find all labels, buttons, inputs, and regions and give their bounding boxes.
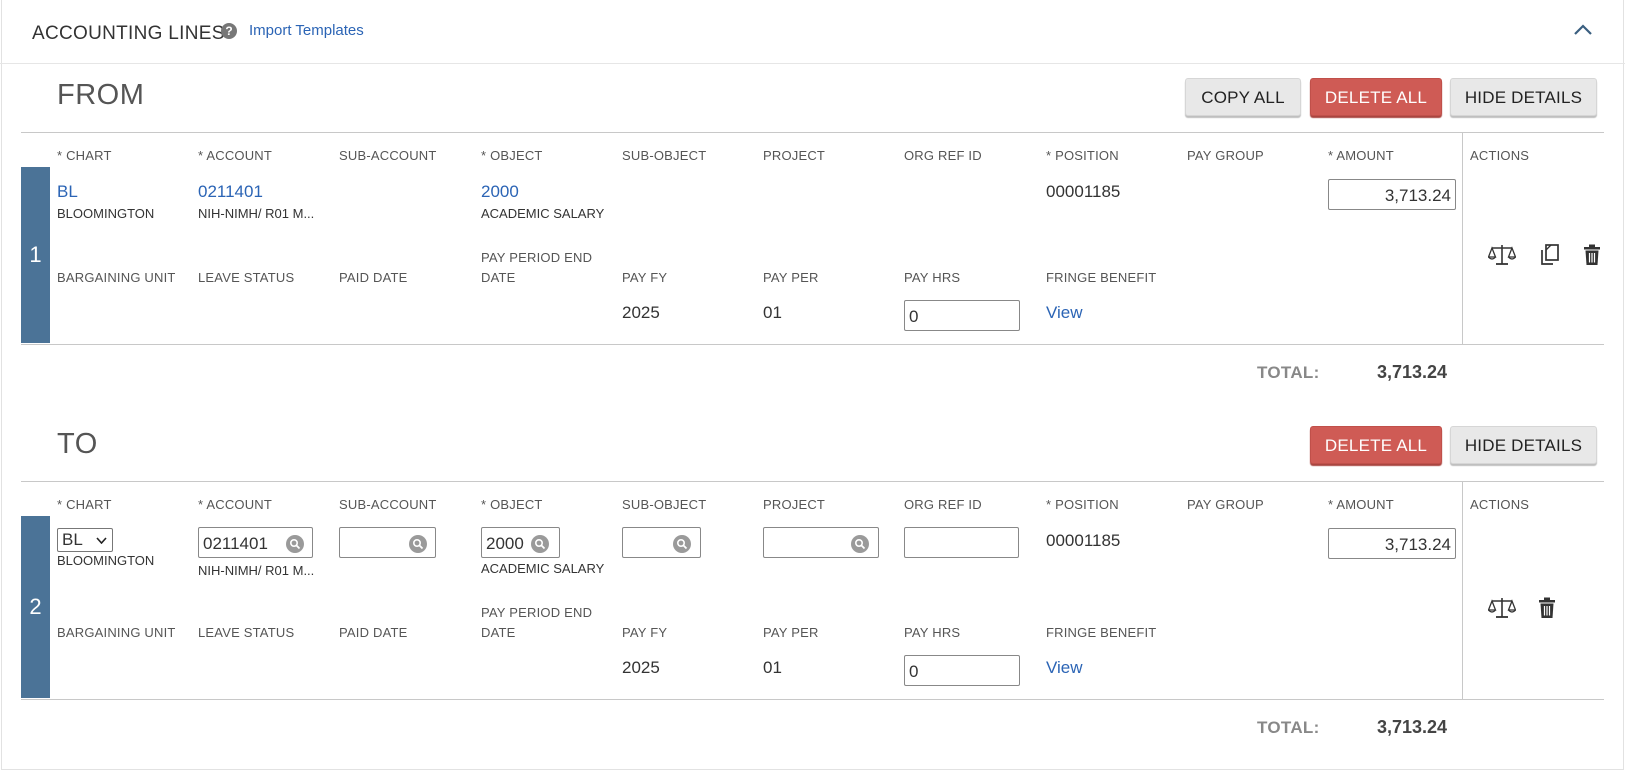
- column-header-pay-group: PAY GROUP: [1187, 497, 1264, 512]
- balance-scale-icon[interactable]: [1488, 243, 1516, 267]
- detail-header-paid-date: PAID DATE: [339, 270, 408, 285]
- column-header-project: PROJECT: [763, 497, 826, 512]
- detail-header-pay-period-end: PAY PERIOD END: [481, 605, 593, 620]
- line-number-badge: 2: [21, 516, 50, 698]
- actions-column-divider: [1462, 132, 1463, 344]
- fringe-benefit-view-link[interactable]: View: [1046, 658, 1083, 678]
- to-table-top-divider: [21, 481, 1604, 482]
- detail-header-pay-period-end: PAY PERIOD END: [481, 250, 593, 265]
- position-value: 00001185: [1046, 531, 1121, 550]
- column-header-chart: * CHART: [57, 148, 112, 163]
- detail-header-pay-hrs: PAY HRS: [904, 270, 961, 285]
- detail-header-bargaining-unit: BARGAINING UNIT: [57, 270, 176, 285]
- to-section-title: TO: [57, 428, 98, 460]
- to-table-bottom-divider: [21, 699, 1604, 700]
- object-lookup-icon[interactable]: [531, 535, 549, 553]
- column-header-chart: * CHART: [57, 497, 112, 512]
- detail-header-pay-per: PAY PER: [763, 625, 819, 640]
- amount-input[interactable]: [1328, 528, 1456, 559]
- to-total-value: 3,713.24: [1377, 717, 1448, 737]
- trash-icon[interactable]: [1538, 597, 1556, 619]
- help-icon[interactable]: ?: [221, 23, 237, 39]
- chart-name: BLOOMINGTON: [57, 206, 155, 221]
- pay-hrs-input[interactable]: [904, 300, 1020, 331]
- org-ref-id-input[interactable]: [904, 527, 1019, 558]
- column-header-sub-object: SUB-OBJECT: [622, 148, 707, 163]
- detail-header-fringe-benefit: FRINGE BENEFIT: [1046, 625, 1157, 640]
- account-lookup-icon[interactable]: [286, 535, 304, 553]
- to-delete-all-button[interactable]: DELETE ALL: [1310, 426, 1442, 464]
- account-name: NIH-NIMH/ R01 M...: [198, 563, 315, 578]
- chart-select[interactable]: BL: [57, 528, 113, 552]
- column-header-sub-account: SUB-ACCOUNT: [339, 497, 437, 512]
- column-header-pay-group: PAY GROUP: [1187, 148, 1264, 163]
- account-link[interactable]: 0211401: [198, 182, 263, 202]
- detail-header-pay-period-end-date: DATE: [481, 625, 516, 640]
- detail-header-leave-status: LEAVE STATUS: [198, 625, 295, 640]
- column-header-amount: * AMOUNT: [1328, 497, 1394, 512]
- amount-input[interactable]: [1328, 179, 1456, 210]
- line-number-badge: 1: [21, 167, 50, 343]
- chevron-up-icon[interactable]: [1573, 22, 1593, 36]
- from-hide-details-button[interactable]: HIDE DETAILS: [1450, 78, 1597, 116]
- column-header-account: * ACCOUNT: [198, 148, 273, 163]
- import-templates-link[interactable]: Import Templates: [249, 22, 364, 39]
- sub-object-lookup-icon[interactable]: [673, 535, 691, 553]
- chevron-down-icon: [96, 537, 107, 544]
- copy-icon[interactable]: [1538, 243, 1562, 267]
- column-header-object: * OBJECT: [481, 148, 543, 163]
- from-total-label: TOTAL:: [1257, 363, 1320, 382]
- pay-per-value: 01: [763, 658, 782, 677]
- fringe-benefit-view-link[interactable]: View: [1046, 303, 1083, 323]
- actions-column-divider: [1462, 481, 1463, 699]
- pay-fy-value: 2025: [622, 303, 660, 322]
- column-header-position: * POSITION: [1046, 148, 1119, 163]
- chart-select-value: BL: [62, 530, 83, 549]
- detail-header-pay-per: PAY PER: [763, 270, 819, 285]
- column-header-org-ref-id: ORG REF ID: [904, 497, 982, 512]
- column-header-amount: * AMOUNT: [1328, 148, 1394, 163]
- object-link[interactable]: 2000: [481, 182, 519, 202]
- detail-header-bargaining-unit: BARGAINING UNIT: [57, 625, 176, 640]
- chart-name: BLOOMINGTON: [57, 553, 155, 568]
- column-header-object: * OBJECT: [481, 497, 543, 512]
- panel-title: ACCOUNTING LINES: [32, 23, 225, 44]
- sub-account-lookup-icon[interactable]: [409, 535, 427, 553]
- detail-header-pay-period-end-date: DATE: [481, 270, 516, 285]
- account-name: NIH-NIMH/ R01 M...: [198, 206, 315, 221]
- detail-header-fringe-benefit: FRINGE BENEFIT: [1046, 270, 1157, 285]
- object-name: ACADEMIC SALARY: [481, 561, 605, 576]
- detail-header-pay-fy: PAY FY: [622, 270, 668, 285]
- from-section-title: FROM: [57, 79, 145, 111]
- panel-header: ACCOUNTING LINES ? Import Templates: [0, 0, 1625, 64]
- copy-all-button[interactable]: COPY ALL: [1185, 78, 1301, 116]
- column-header-position: * POSITION: [1046, 497, 1119, 512]
- detail-header-paid-date: PAID DATE: [339, 625, 408, 640]
- from-table-top-divider: [21, 132, 1604, 133]
- pay-hrs-input[interactable]: [904, 655, 1020, 686]
- chart-link[interactable]: BL: [57, 182, 78, 202]
- project-lookup-icon[interactable]: [851, 535, 869, 553]
- column-header-org-ref-id: ORG REF ID: [904, 148, 982, 163]
- to-hide-details-button[interactable]: HIDE DETAILS: [1450, 426, 1597, 464]
- column-header-actions: ACTIONS: [1470, 148, 1530, 163]
- to-total-label: TOTAL:: [1257, 718, 1320, 737]
- column-header-sub-object: SUB-OBJECT: [622, 497, 707, 512]
- position-value: 00001185: [1046, 182, 1121, 201]
- column-header-project: PROJECT: [763, 148, 826, 163]
- from-delete-all-button[interactable]: DELETE ALL: [1310, 78, 1442, 116]
- column-header-account: * ACCOUNT: [198, 497, 273, 512]
- pay-fy-value: 2025: [622, 658, 660, 677]
- trash-icon[interactable]: [1583, 244, 1601, 266]
- pay-per-value: 01: [763, 303, 782, 322]
- object-name: ACADEMIC SALARY: [481, 206, 605, 221]
- detail-header-pay-fy: PAY FY: [622, 625, 668, 640]
- column-header-sub-account: SUB-ACCOUNT: [339, 148, 437, 163]
- balance-scale-icon[interactable]: [1488, 596, 1516, 620]
- detail-header-leave-status: LEAVE STATUS: [198, 270, 295, 285]
- column-header-actions: ACTIONS: [1470, 497, 1530, 512]
- detail-header-pay-hrs: PAY HRS: [904, 625, 961, 640]
- from-table-bottom-divider: [21, 344, 1604, 345]
- from-total-value: 3,713.24: [1377, 362, 1448, 382]
